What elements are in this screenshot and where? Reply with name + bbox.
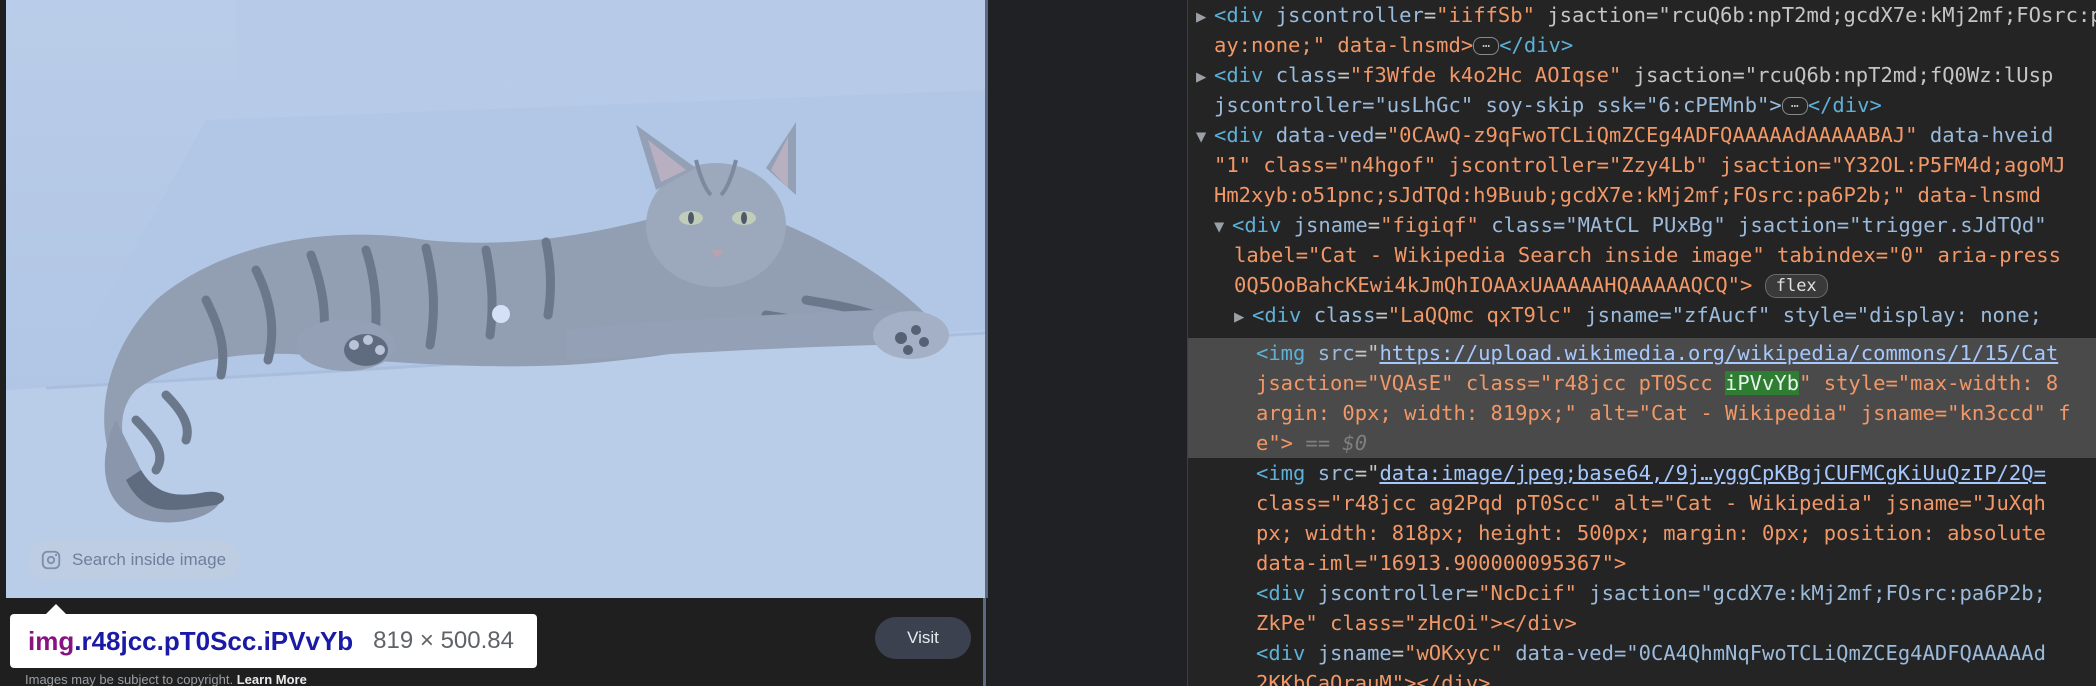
- search-inside-image-label: Search inside image: [72, 550, 227, 569]
- dom-node-line[interactable]: Hm2xyb:o51pnc;sJdTQd:h9Buub;gcdX7e:kMj2m…: [1214, 180, 2041, 210]
- selected-dom-node-line[interactable]: argin: 0px; width: 819px;" alt="Cat - Wi…: [1256, 398, 2071, 428]
- tooltip-dimensions: 819 × 500.84: [373, 627, 514, 654]
- dom-node-line[interactable]: ▶ <div class="LaQQmc qxT9lc" jsname="zfAu…: [1234, 300, 2042, 330]
- dom-node-line[interactable]: label="Cat - Wikipedia Search inside ima…: [1234, 240, 2061, 270]
- visit-button[interactable]: Visit: [875, 617, 971, 659]
- search-match-highlight: iPVvYb: [1725, 371, 1800, 395]
- element-inspect-tooltip: img.r48jcc.pT0Scc.iPVvYb 819 × 500.84: [10, 604, 537, 668]
- img-src-link[interactable]: https://upload.wikimedia.org/wikipedia/c…: [1379, 341, 2058, 365]
- dom-node-line[interactable]: <div jscontroller="NcDcif" jsaction="gcd…: [1256, 578, 2046, 608]
- collapse-arrow-icon[interactable]: ▼: [1214, 212, 1232, 242]
- dom-node-line[interactable]: class="r48jcc ag2Pqd pT0Scc" alt="Cat - …: [1256, 488, 2046, 518]
- selected-dom-node-line[interactable]: jsaction="VQAsE" class="r48jcc pT0Scc iP…: [1256, 368, 2058, 398]
- dom-node-line[interactable]: ay:none;" data-lnsmd>… </div>: [1214, 30, 1573, 60]
- dom-node-line[interactable]: data-iml="16913.900000095367">: [1256, 548, 1626, 578]
- dom-node-line[interactable]: ▼ <div data-ved="0CAwQ-z9qFwoTCLiQmZCEg4A…: [1196, 120, 2053, 150]
- expand-arrow-icon[interactable]: ▶: [1196, 62, 1214, 92]
- copyright-notice: Images may be subject to copyright. Lear…: [25, 672, 307, 686]
- preview-right-edge: [983, 598, 986, 686]
- devtools-elements-panel: ▶ <div jscontroller="iiffSb" jsaction="rc…: [1188, 0, 2096, 686]
- expand-arrow-icon[interactable]: ▶: [1196, 2, 1214, 32]
- dom-node-line[interactable]: 2KKbCaQrauM"></div>: [1256, 668, 1491, 686]
- search-inside-image-button[interactable]: Search inside image: [28, 540, 240, 580]
- dom-node-line[interactable]: ▶ <div jscontroller="iiffSb" jsaction="rc…: [1196, 0, 2096, 30]
- collapse-arrow-icon[interactable]: ▼: [1196, 122, 1214, 152]
- dom-node-line[interactable]: ZkPe" class="zHcOi"></div>: [1256, 608, 1577, 638]
- ellipsis-badge[interactable]: …: [1781, 97, 1808, 115]
- dom-node-line[interactable]: ▶ <div class="f3Wfde k4o2Hc AOIqse" jsact…: [1196, 60, 2053, 90]
- dom-node-line[interactable]: <div jsname="wOKxyc" data-ved="0CA4QhmNq…: [1256, 638, 2046, 668]
- devtools-element-highlight: [6, 0, 988, 598]
- tooltip-tag: img: [28, 625, 75, 656]
- dom-node-line[interactable]: jscontroller="usLhGc" soy-skip ssk="6:cP…: [1214, 90, 1882, 120]
- tooltip-selector: img.r48jcc.pT0Scc.iPVvYb: [28, 626, 353, 657]
- copyright-text: Images may be subject to copyright.: [25, 672, 234, 686]
- dom-node-line[interactable]: <img src="data:image/jpeg;base64,/9j…ygg…: [1256, 458, 2046, 488]
- dom-node-line[interactable]: "1" class="n4hgof" jscontroller="Zzy4Lb"…: [1214, 150, 2066, 180]
- ellipsis-badge[interactable]: …: [1473, 37, 1500, 55]
- expand-arrow-icon[interactable]: ▶: [1234, 302, 1252, 332]
- learn-more-link[interactable]: Learn More: [237, 672, 307, 686]
- cat-image[interactable]: Search inside image: [6, 0, 988, 598]
- dom-node-line[interactable]: px; width: 818px; height: 500px; margin:…: [1256, 518, 2046, 548]
- empty-middle-area: [988, 0, 1187, 686]
- selected-dom-node-line[interactable]: e"> == $0: [1256, 428, 1367, 458]
- lens-icon: [41, 550, 61, 570]
- flex-badge[interactable]: flex: [1764, 274, 1828, 298]
- tooltip-classes: .r48jcc.pT0Scc.iPVvYb: [74, 625, 354, 656]
- dom-node-line[interactable]: 0Q5OoBahcKEwi4kJmQhIOAAxUAAAAAHQAAAAAQCQ…: [1234, 270, 1828, 300]
- selected-dom-node-line[interactable]: <img src="https://upload.wikimedia.org/w…: [1256, 338, 2058, 368]
- dom-node-line[interactable]: ▼ <div jsname="figiqf" class="MAtCL PUxBg…: [1214, 210, 2047, 240]
- console-ref-hint: == $0: [1293, 431, 1368, 455]
- image-preview-panel: Search inside image img.r48jcc.pT0Scc.iP…: [0, 0, 988, 686]
- img-data-uri-link[interactable]: data:image/jpeg;base64,/9j…yggCpKBgjCUFM…: [1379, 461, 2045, 485]
